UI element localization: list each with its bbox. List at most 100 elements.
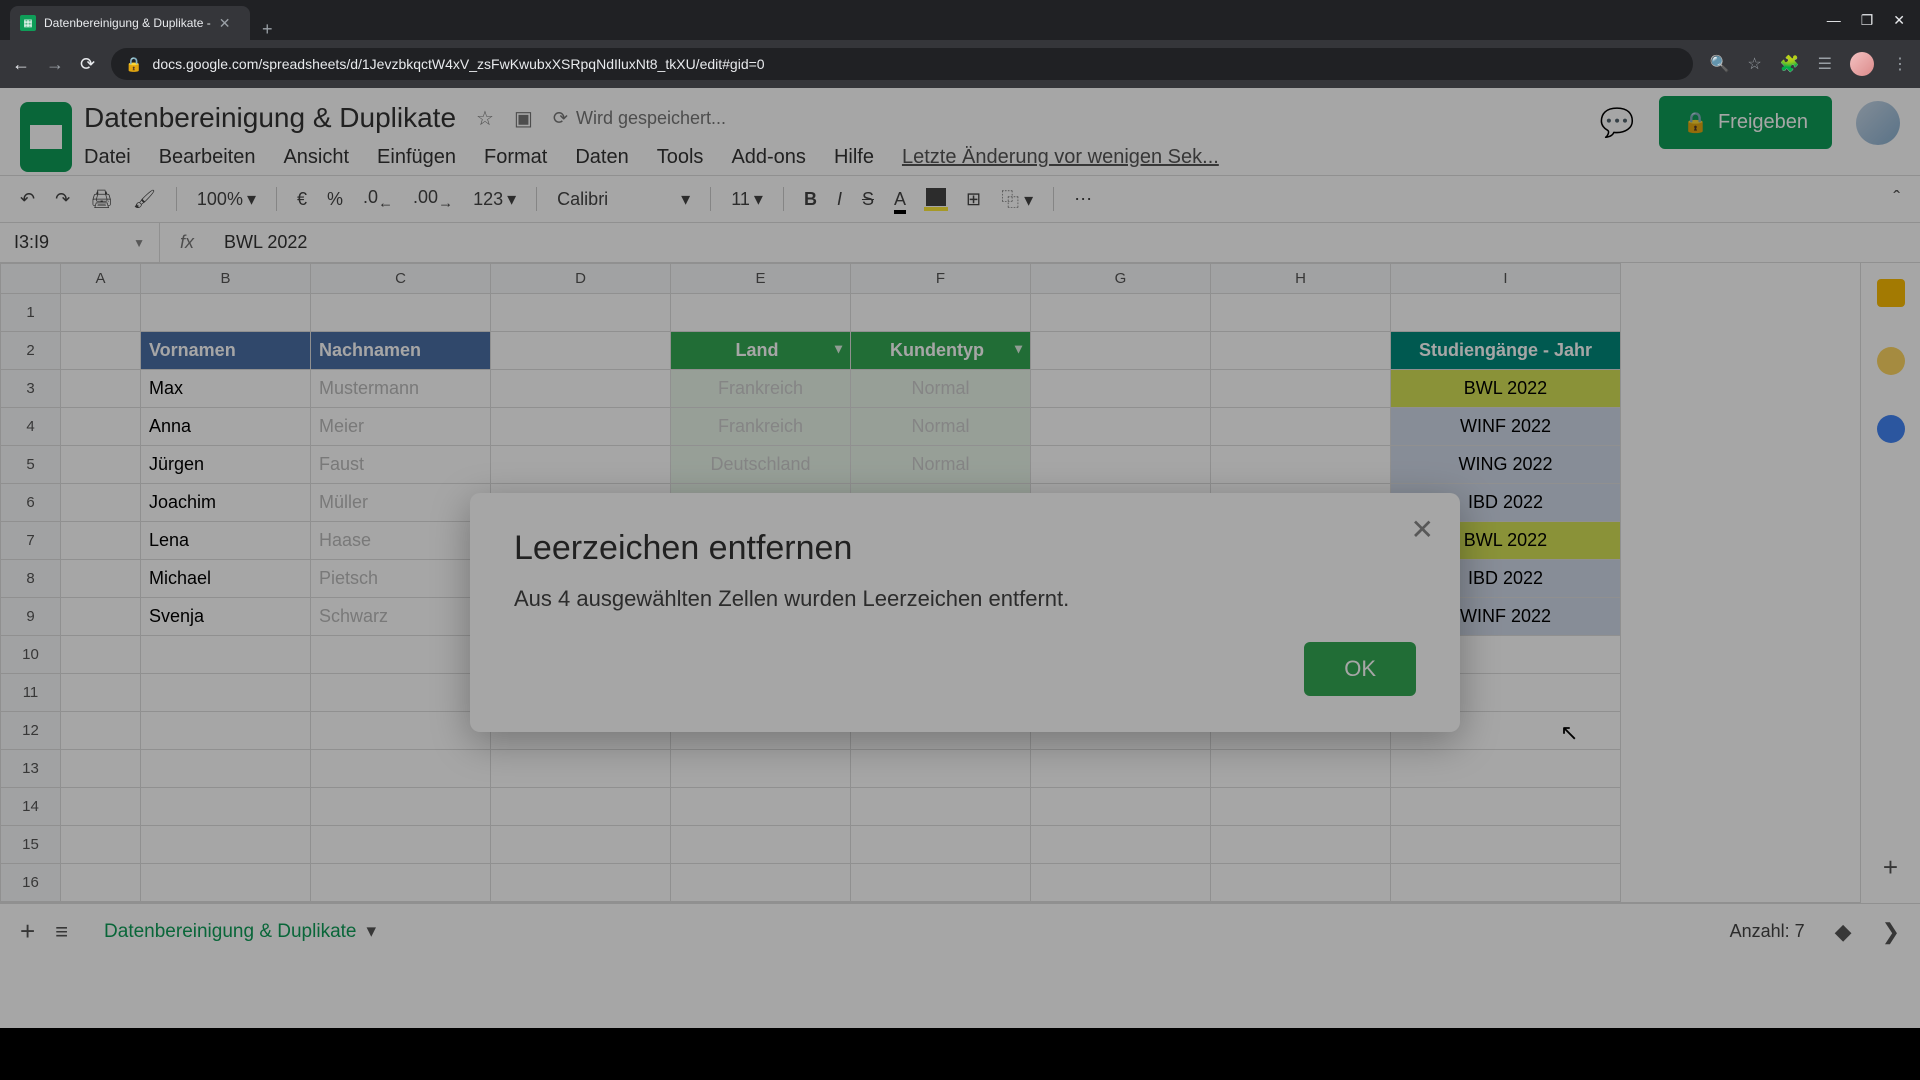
row-header-15[interactable]: 15 (1, 826, 61, 864)
cell-F16[interactable] (851, 864, 1031, 902)
cell-F5[interactable]: Normal (851, 446, 1031, 484)
cell-A13[interactable] (61, 750, 141, 788)
forward-icon[interactable]: → (46, 54, 64, 75)
col-header-E[interactable]: E (671, 264, 851, 294)
cell-C9[interactable]: Schwarz (311, 598, 491, 636)
tab-close-icon[interactable]: ✕ (219, 15, 231, 32)
url-input[interactable]: 🔒 docs.google.com/spreadsheets/d/1Jevzbk… (111, 48, 1693, 80)
cell-B10[interactable] (141, 636, 311, 674)
row-header-12[interactable]: 12 (1, 712, 61, 750)
cell-H5[interactable] (1211, 446, 1391, 484)
cell-A16[interactable] (61, 864, 141, 902)
cell-H15[interactable] (1211, 826, 1391, 864)
cell-C8[interactable]: Pietsch (311, 560, 491, 598)
calendar-icon[interactable] (1877, 279, 1905, 307)
row-header-3[interactable]: 3 (1, 370, 61, 408)
cell-H16[interactable] (1211, 864, 1391, 902)
cell-H14[interactable] (1211, 788, 1391, 826)
cell-I4[interactable]: WINF 2022 (1391, 408, 1621, 446)
star-icon[interactable]: ☆ (1747, 54, 1761, 74)
cell-I13[interactable] (1391, 750, 1621, 788)
row-header-4[interactable]: 4 (1, 408, 61, 446)
cell-A6[interactable] (61, 484, 141, 522)
cell-C3[interactable]: Mustermann (311, 370, 491, 408)
cell-B11[interactable] (141, 674, 311, 712)
menu-format[interactable]: Format (484, 146, 547, 169)
collapse-toolbar-icon[interactable]: ˆ (1893, 188, 1900, 211)
zoom-select[interactable]: 100% ▾ (197, 189, 256, 210)
cell-A11[interactable] (61, 674, 141, 712)
dialog-close-icon[interactable]: ✕ (1411, 513, 1434, 546)
row-header-11[interactable]: 11 (1, 674, 61, 712)
cell-B4[interactable]: Anna (141, 408, 311, 446)
cell-C14[interactable] (311, 788, 491, 826)
ok-button[interactable]: OK (1304, 642, 1416, 696)
share-button[interactable]: 🔒 Freigeben (1659, 96, 1832, 149)
menu-tools[interactable]: Tools (657, 146, 704, 169)
new-tab-button[interactable]: + (250, 19, 285, 40)
cell-D13[interactable] (491, 750, 671, 788)
sheet-tab[interactable]: Datenbereinigung & Duplikate ▾ (88, 912, 392, 951)
minimize-icon[interactable]: — (1827, 12, 1841, 28)
text-color-button[interactable]: A (894, 189, 906, 210)
cell-B13[interactable] (141, 750, 311, 788)
cell-A4[interactable] (61, 408, 141, 446)
cell-B15[interactable] (141, 826, 311, 864)
add-panel-icon[interactable]: + (1883, 852, 1898, 883)
last-edit-link[interactable]: Letzte Änderung vor wenigen Sek... (902, 146, 1219, 169)
cell-C2[interactable]: Nachnamen (311, 332, 491, 370)
cell-F3[interactable]: Normal (851, 370, 1031, 408)
col-header-B[interactable]: B (141, 264, 311, 294)
cell-B6[interactable]: Joachim (141, 484, 311, 522)
cell-I2[interactable]: Studiengänge - Jahr (1391, 332, 1621, 370)
cell-I5[interactable]: WING 2022 (1391, 446, 1621, 484)
cell-B3[interactable]: Max (141, 370, 311, 408)
cell-A1[interactable] (61, 294, 141, 332)
cell-E3[interactable]: Frankreich (671, 370, 851, 408)
menu-datei[interactable]: Datei (84, 146, 131, 169)
comments-icon[interactable]: 💬 (1599, 105, 1635, 141)
cell-I14[interactable] (1391, 788, 1621, 826)
horizontal-scrollbar[interactable] (0, 902, 1860, 903)
move-doc-icon[interactable]: ▣ (514, 106, 533, 131)
col-header-G[interactable]: G (1031, 264, 1211, 294)
cell-D5[interactable] (491, 446, 671, 484)
all-sheets-icon[interactable]: ≡ (55, 919, 68, 945)
cell-G4[interactable] (1031, 408, 1211, 446)
cell-A8[interactable] (61, 560, 141, 598)
cell-H1[interactable] (1211, 294, 1391, 332)
redo-icon[interactable]: ↷ (55, 189, 70, 210)
cell-G14[interactable] (1031, 788, 1211, 826)
reload-icon[interactable]: ⟳ (80, 54, 95, 75)
row-header-10[interactable]: 10 (1, 636, 61, 674)
menu-icon[interactable]: ⋮ (1892, 54, 1908, 74)
cell-A12[interactable] (61, 712, 141, 750)
cell-F14[interactable] (851, 788, 1031, 826)
menu-bearbeiten[interactable]: Bearbeiten (159, 146, 256, 169)
cell-B12[interactable] (141, 712, 311, 750)
increase-decimal-button[interactable]: .00→ (413, 187, 453, 212)
col-header-I[interactable]: I (1391, 264, 1621, 294)
print-icon[interactable]: 🖨 (90, 189, 113, 210)
row-header-7[interactable]: 7 (1, 522, 61, 560)
cell-G5[interactable] (1031, 446, 1211, 484)
cell-E14[interactable] (671, 788, 851, 826)
row-header-9[interactable]: 9 (1, 598, 61, 636)
cell-B8[interactable]: Michael (141, 560, 311, 598)
cell-E15[interactable] (671, 826, 851, 864)
cell-C12[interactable] (311, 712, 491, 750)
cell-D3[interactable] (491, 370, 671, 408)
col-header-H[interactable]: H (1211, 264, 1391, 294)
cell-H4[interactable] (1211, 408, 1391, 446)
cell-B7[interactable]: Lena (141, 522, 311, 560)
cell-G15[interactable] (1031, 826, 1211, 864)
close-window-icon[interactable]: ✕ (1893, 12, 1905, 29)
cell-A2[interactable] (61, 332, 141, 370)
cell-A9[interactable] (61, 598, 141, 636)
sheet-menu-icon[interactable]: ▾ (366, 920, 376, 943)
cell-C11[interactable] (311, 674, 491, 712)
merge-button[interactable]: ⿻ ▾ (1001, 186, 1033, 212)
cell-E16[interactable] (671, 864, 851, 902)
cell-F13[interactable] (851, 750, 1031, 788)
cell-C15[interactable] (311, 826, 491, 864)
